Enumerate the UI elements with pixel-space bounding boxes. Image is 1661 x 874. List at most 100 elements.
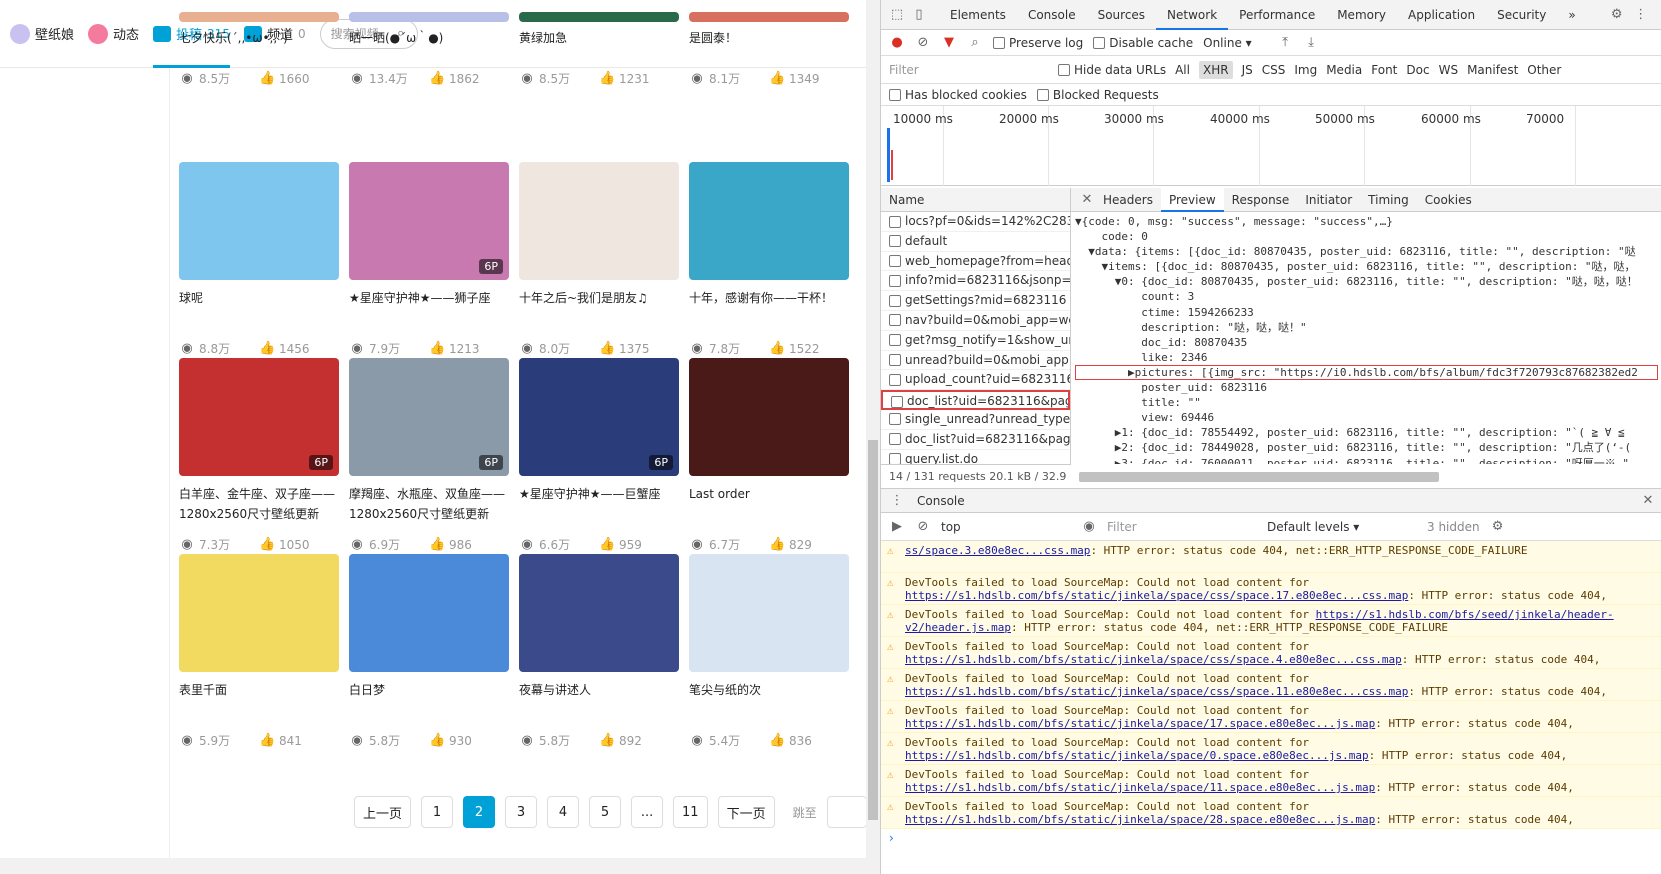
filter-ws[interactable]: WS	[1439, 63, 1458, 77]
request-row[interactable]: default	[881, 232, 1070, 252]
video-title[interactable]: 七夕快乐(´,,•ω•,,`)	[179, 28, 339, 68]
video-thumbnail[interactable]: 6P	[349, 358, 509, 476]
request-row[interactable]: info?mid=6823116&jsonp=js.	[881, 271, 1070, 292]
video-thumbnail[interactable]	[349, 12, 509, 22]
page-5-button[interactable]: 5	[589, 796, 622, 828]
video-card[interactable]: 6P ★星座守护神★——狮子座 ◉ 7.9万 👍 1213	[349, 162, 509, 356]
blocked-cookies-checkbox[interactable]: Has blocked cookies	[889, 88, 1027, 102]
video-thumbnail[interactable]	[689, 12, 849, 22]
page-hscrollbar[interactable]	[0, 858, 880, 874]
video-title[interactable]: 笔尖与纸的次	[689, 680, 849, 720]
gear-icon[interactable]: ⚙	[1609, 7, 1625, 23]
sourcemap-link[interactable]: https://s1.hdslb.com/bfs/static/jinkela/…	[905, 685, 1408, 698]
json-line[interactable]: doc_id: 80870435	[1075, 335, 1658, 350]
eye-icon[interactable]: ◉	[1081, 519, 1097, 535]
video-thumbnail[interactable]: 6P	[179, 358, 339, 476]
sourcemap-link[interactable]: https://s1.hdslb.com/bfs/static/jinkela/…	[905, 813, 1375, 826]
preserve-log-checkbox[interactable]: Preserve log	[993, 36, 1083, 50]
context-select[interactable]: top	[941, 520, 1071, 534]
request-row[interactable]: locs?pf=0&ids=142%2C2837.	[881, 212, 1070, 232]
json-preview[interactable]: ▼{code: 0, msg: "success", message: "suc…	[1071, 212, 1661, 464]
json-line[interactable]: title: ""	[1075, 395, 1658, 410]
json-line[interactable]: poster_uid: 6823116	[1075, 380, 1658, 395]
json-line[interactable]: ▼items: [{doc_id: 80870435, poster_uid: …	[1075, 259, 1658, 274]
filter-css[interactable]: CSS	[1262, 63, 1286, 77]
tab-console[interactable]: Console	[1017, 0, 1087, 30]
close-icon[interactable]: ✕	[1640, 493, 1656, 509]
json-line[interactable]: ▶1: {doc_id: 78554492, poster_uid: 68231…	[1075, 425, 1658, 440]
next-page-button[interactable]: 下一页	[717, 796, 775, 828]
prev-page-button[interactable]: 上一页	[354, 796, 412, 828]
page-scrollbar[interactable]	[866, 0, 880, 858]
video-card[interactable]: Last order ◉ 6.7万 👍 829	[689, 358, 849, 552]
clear-icon[interactable]: ⊘	[915, 35, 931, 51]
video-card[interactable]: 6P 摩羯座、水瓶座、双鱼座——1280x2560尺寸壁纸更新 ◉ 6.9万 👍 986	[349, 358, 509, 552]
page-4-button[interactable]: 4	[547, 796, 580, 828]
video-card[interactable]: 球呢 ◉ 8.8万 👍 1456	[179, 162, 339, 356]
video-card[interactable]: 七夕快乐(´,,•ω•,,`) ◉ 8.5万 👍 1660	[179, 12, 339, 86]
page-scrollbar-thumb[interactable]	[868, 440, 878, 820]
json-line[interactable]: like: 2346	[1075, 350, 1658, 365]
tab-cookies[interactable]: Cookies	[1417, 188, 1480, 212]
page-1-button[interactable]: 1	[421, 796, 454, 828]
search-icon[interactable]: ⌕	[967, 35, 983, 51]
tab-network[interactable]: Network	[1156, 0, 1229, 30]
video-title[interactable]: 十年之后~我们是朋友♫	[519, 288, 679, 328]
video-title[interactable]: 夜幕与讲述人	[519, 680, 679, 720]
video-title[interactable]: 晒一晒(●´ω｀●)	[349, 28, 509, 68]
console-tab[interactable]: Console	[917, 494, 965, 508]
video-title[interactable]: Last order	[689, 484, 849, 524]
video-title[interactable]: 白日梦	[349, 680, 509, 720]
json-line[interactable]: description: "哒，哒，哒！"	[1075, 320, 1658, 335]
log-levels-select[interactable]: Default levels ▾	[1267, 520, 1417, 534]
json-line[interactable]: ctime: 1594266233	[1075, 305, 1658, 320]
tab-response[interactable]: Response	[1224, 188, 1298, 212]
console-filter-input[interactable]: Filter	[1107, 520, 1257, 534]
more-tabs-button[interactable]: »	[1557, 0, 1586, 30]
blocked-requests-checkbox[interactable]: Blocked Requests	[1036, 88, 1159, 102]
json-line[interactable]: count: 3	[1075, 289, 1658, 304]
json-line[interactable]: ▼{code: 0, msg: "success", message: "suc…	[1075, 214, 1658, 229]
filter-all[interactable]: All	[1175, 63, 1190, 77]
tab-memory[interactable]: Memory	[1326, 0, 1397, 30]
page-2-button[interactable]: 2	[463, 796, 496, 828]
preview-hscrollbar[interactable]	[1079, 472, 1439, 482]
filter-xhr[interactable]: XHR	[1198, 60, 1233, 79]
hide-data-urls-checkbox[interactable]: Hide data URLs	[1058, 63, 1166, 77]
sidebar-toggle-icon[interactable]: ▶	[889, 519, 905, 535]
tab-performance[interactable]: Performance	[1228, 0, 1326, 30]
request-row[interactable]: doc_list?uid=6823116&page_	[881, 390, 1070, 410]
filter-manifest[interactable]: Manifest	[1467, 63, 1518, 77]
page-ellipsis[interactable]: ...	[631, 796, 664, 828]
network-timeline[interactable]: 10000 ms 20000 ms 30000 ms 40000 ms 5000…	[881, 106, 1661, 186]
request-row[interactable]: getSettings?mid=6823116	[881, 291, 1070, 311]
video-card[interactable]: 白日梦 ◉ 5.8万 👍 930	[349, 554, 509, 748]
video-title[interactable]: ★星座守护神★——巨蟹座	[519, 484, 679, 524]
video-card[interactable]: 笔尖与纸的次 ◉ 5.4万 👍 836	[689, 554, 849, 748]
sourcemap-link[interactable]: https://s1.hdslb.com/bfs/static/jinkela/…	[905, 781, 1375, 794]
clear-console-icon[interactable]: ⊘	[915, 519, 931, 535]
tab-security[interactable]: Security	[1486, 0, 1557, 30]
video-thumbnail[interactable]	[179, 12, 339, 22]
sourcemap-link[interactable]: ss/space.3.e80e8ec...css.map	[905, 544, 1090, 557]
video-thumbnail[interactable]	[689, 554, 849, 672]
record-icon[interactable]: ●	[889, 35, 905, 51]
request-row[interactable]: nav?build=0&mobi_app=web	[881, 311, 1070, 331]
video-thumbnail[interactable]	[179, 162, 339, 280]
video-thumbnail[interactable]	[179, 554, 339, 672]
tab-timing[interactable]: Timing	[1360, 188, 1417, 212]
video-card[interactable]: 黄绿加急 ◉ 8.5万 👍 1231	[519, 12, 679, 86]
sourcemap-link[interactable]: https://s1.hdslb.com/bfs/static/jinkela/…	[905, 653, 1402, 666]
gear-icon[interactable]: ⚙	[1490, 519, 1506, 535]
name-column-header[interactable]: Name	[881, 188, 1070, 212]
sourcemap-link[interactable]: https://s1.hdslb.com/bfs/static/jinkela/…	[905, 589, 1408, 602]
video-title[interactable]: 是圆泰！	[689, 28, 849, 68]
close-icon[interactable]: ✕	[1079, 192, 1095, 208]
video-title[interactable]: 白羊座、金牛座、双子座——1280x2560尺寸壁纸更新	[179, 484, 339, 524]
video-thumbnail[interactable]	[349, 554, 509, 672]
video-card[interactable]: 十年，感谢有你——干杯！ ◉ 7.8万 👍 1522	[689, 162, 849, 356]
video-thumbnail[interactable]: 6P	[519, 358, 679, 476]
nav-dynamic[interactable]: 动态	[88, 0, 139, 68]
video-card[interactable]: 6P ★星座守护神★——巨蟹座 ◉ 6.6万 👍 959	[519, 358, 679, 552]
video-card[interactable]: 十年之后~我们是朋友♫ ◉ 8.0万 👍 1375	[519, 162, 679, 356]
